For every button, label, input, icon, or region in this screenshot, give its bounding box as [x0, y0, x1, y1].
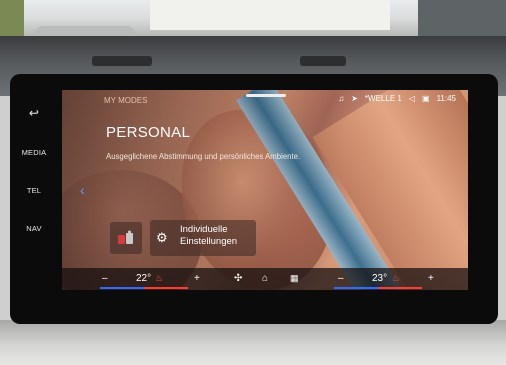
climate-bar: – 22° ♨ + ✣ ⌂ ▦ – 23° ♨ +: [62, 268, 468, 290]
radio-station: *WELLE 1: [364, 94, 402, 103]
left-temperature[interactable]: 22°: [136, 273, 151, 284]
infotainment-screen: MY MODES ♫ ➤ *WELLE 1 ◁ ▣ 11:45 PERSONAL…: [62, 90, 468, 290]
right-temp-scale-cool: [334, 287, 378, 289]
right-temp-decrease[interactable]: –: [338, 273, 344, 284]
label-line-1: Individuelle: [180, 224, 228, 235]
building-wall: [150, 0, 390, 30]
individual-settings-label: Individuelle Einstellungen: [180, 224, 237, 248]
drag-handle[interactable]: [246, 94, 286, 97]
background-shade: [62, 90, 468, 290]
left-temp-decrease[interactable]: –: [102, 273, 108, 284]
bell-mute-icon: ♫: [338, 94, 345, 103]
left-temp-scale-cool: [100, 287, 144, 289]
device-icon: ▣: [422, 94, 430, 103]
right-temp-scale-warm: [378, 287, 422, 289]
status-icons: ♫ ➤ *WELLE 1 ◁ ▣ 11:45: [338, 94, 456, 103]
radio-station-label: WELLE 1: [368, 94, 402, 103]
seat-mode-button[interactable]: [110, 222, 142, 254]
left-temp-scale-warm: [144, 287, 188, 289]
left-seat-heat-icon[interactable]: ♨: [155, 273, 163, 284]
volume-icon: ◁: [408, 94, 415, 103]
apps-grid-icon[interactable]: ▦: [290, 273, 299, 284]
gear-person-icon: ⚙: [156, 230, 168, 245]
center-console: [0, 320, 506, 365]
tel-button[interactable]: TEL: [10, 186, 58, 195]
navigation-arrow-icon: ➤: [351, 94, 358, 103]
back-button[interactable]: ↩: [10, 106, 58, 120]
home-icon[interactable]: ⌂: [262, 273, 268, 284]
fan-icon[interactable]: ✣: [234, 273, 242, 284]
section-title: MY MODES: [104, 96, 148, 105]
nav-button[interactable]: NAV: [10, 224, 58, 233]
left-rail: ↩ MEDIA TEL NAV: [10, 90, 58, 300]
individual-settings-button[interactable]: ⚙ Individuelle Einstellungen: [150, 220, 256, 256]
right-seat-heat-icon[interactable]: ♨: [392, 273, 400, 284]
mode-description: Ausgeglichene Abstimmung und persönliche…: [106, 152, 301, 161]
status-bar: MY MODES ♫ ➤ *WELLE 1 ◁ ▣ 11:45: [62, 90, 468, 108]
right-temp-increase[interactable]: +: [428, 273, 434, 284]
clock: 11:45: [436, 94, 456, 103]
chevron-left-icon[interactable]: ‹: [80, 182, 85, 198]
left-temp-increase[interactable]: +: [194, 273, 200, 284]
air-vent-left: [92, 56, 152, 66]
media-button[interactable]: MEDIA: [10, 148, 58, 157]
label-line-2: Einstellungen: [180, 236, 238, 247]
right-temperature[interactable]: 23°: [372, 273, 387, 284]
seat-profile-icon: [118, 230, 133, 244]
air-vent-right: [300, 56, 346, 66]
mode-title: PERSONAL: [106, 124, 191, 141]
